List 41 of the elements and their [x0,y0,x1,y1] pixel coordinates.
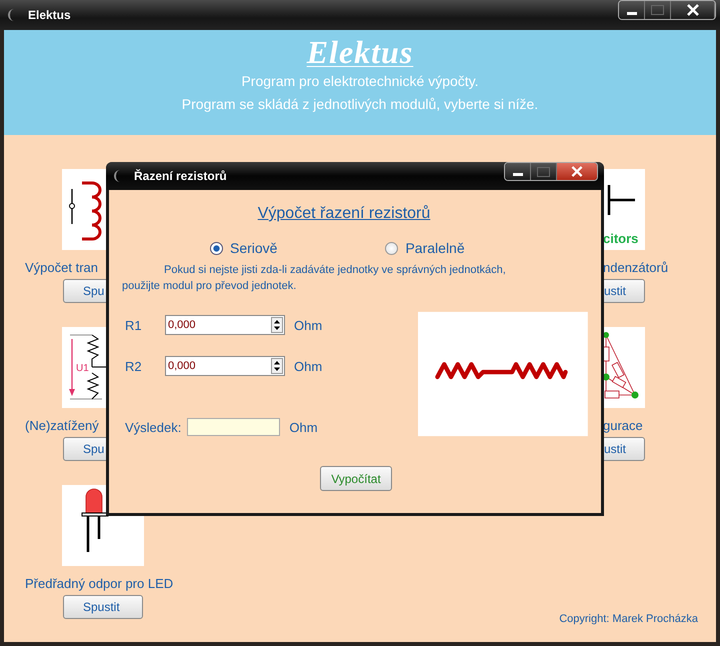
number-field[interactable]: 0,000 [165,315,285,335]
minimize-button[interactable] [505,163,531,180]
subtitle-text: Program pro elektrotechnické výpočty. [241,72,479,91]
hint-text: Pokud si nejste jisti zda-li zadáváte jednotky ve správných jednotkách, [163,263,507,278]
module-label: gurace [603,418,643,434]
unit-label: Ohm [294,318,322,332]
close-button[interactable] [671,1,715,19]
calculate-button[interactable]: Vypočítat [320,466,392,491]
field-label: R1 [125,318,143,332]
copyright-text: Copyright: Marek Procházka [559,613,698,625]
number-field[interactable]: 0,000 [165,356,285,376]
window-title: Elektus [28,8,71,22]
maximize-button[interactable] [645,1,671,19]
close-button[interactable] [557,163,597,180]
unit-label: Ohm [294,358,322,374]
unit-label: Ohm [289,420,318,434]
module-label: Předřadný odpor pro LED [25,576,174,592]
result-field[interactable] [187,418,280,436]
module-label: ndenzátorů [603,260,668,276]
spinner-icon[interactable] [271,358,283,374]
close-icon [570,166,584,177]
heading-link[interactable]: Výpočet řazení rezistorů [258,205,430,223]
start-button[interactable]: ustit [603,279,645,303]
minimize-button[interactable] [619,1,645,19]
resistor-network-icon [603,327,645,408]
maximize-button[interactable] [531,163,557,180]
radio-option[interactable]: Paralelně [385,240,465,256]
field-label: Výsledek: [125,420,182,434]
dialog-title: Řazení rezistorů [134,169,227,183]
spinner-icon[interactable] [271,317,283,333]
subtitle-text: Program se skládá z jednotlivých modulů, vyberte si níže. [182,95,538,114]
module-label: (Ne)zatížený [25,418,99,434]
module-label: Výpočet tran [25,260,98,276]
app-title: Elektus [306,34,414,70]
radio-option[interactable]: Seriově [210,240,278,256]
coil-icon [62,169,106,250]
close-icon [686,4,700,16]
start-button[interactable]: Spustit [63,595,143,619]
start-button[interactable]: ustit [603,437,645,461]
field-label: R2 [125,358,143,374]
capacitor-icon: citors [603,169,645,250]
